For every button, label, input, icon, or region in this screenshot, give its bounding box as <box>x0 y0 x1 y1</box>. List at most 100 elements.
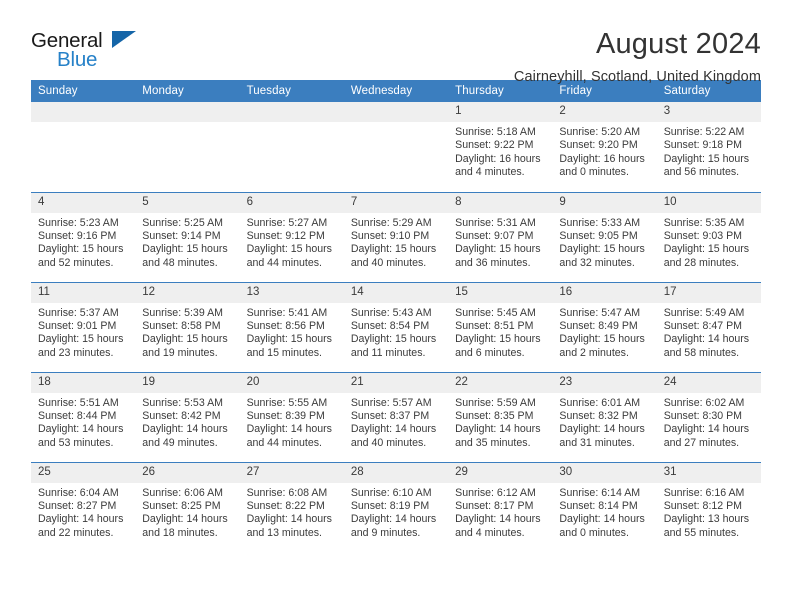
sunset-time: Sunset: 8:30 PM <box>663 409 743 422</box>
sunrise-time: Sunrise: 5:45 AM <box>455 306 536 319</box>
daylight-hours: Daylight: 15 hours <box>38 243 124 256</box>
day-details: Sunrise: 6:04 AM Sunset: 8:27 PM Daylight:… <box>31 483 135 541</box>
sunset-time: Sunset: 8:14 PM <box>559 499 638 512</box>
calendar-day-cell[interactable]: 27 Sunrise: 6:08 AM Sunset: 8:22 PM Dayligh… <box>239 461 344 552</box>
sunset-time: Sunset: 9:03 PM <box>663 229 743 242</box>
sunset-time: Sunset: 8:35 PM <box>455 409 534 422</box>
day-number: 28 <box>343 462 449 483</box>
day-number: 24 <box>656 372 761 393</box>
calendar-day-cell[interactable]: 7 Sunrise: 5:29 AM Sunset: 9:10 PM Daylight… <box>343 191 449 282</box>
daylight-hours: Daylight: 15 hours <box>663 152 750 165</box>
daylight-minutes: and 31 minutes. <box>559 436 635 449</box>
calendar-day-cell[interactable]: 26 Sunrise: 6:06 AM Sunset: 8:25 PM Dayligh… <box>135 461 240 552</box>
calendar-day-cell[interactable]: 2 Sunrise: 5:20 AM Sunset: 9:20 PM Daylight… <box>552 102 657 192</box>
page-header: General Blue August 2024 Cairneyhill, Sc… <box>31 0 761 85</box>
day-number: 5 <box>135 192 240 213</box>
daylight-minutes: and 40 minutes. <box>350 256 427 269</box>
daylight-minutes: and 4 minutes. <box>455 526 525 539</box>
day-number: 29 <box>448 462 553 483</box>
day-details: Sunrise: 5:37 AM Sunset: 9:01 PM Daylight:… <box>31 303 135 361</box>
day-number: 27 <box>239 462 344 483</box>
calendar-day-cell[interactable]: 1 Sunrise: 5:18 AM Sunset: 9:22 PM Daylight… <box>448 102 553 192</box>
calendar-day-cell[interactable]: 11 Sunrise: 5:37 AM Sunset: 9:01 PM Dayligh… <box>31 281 136 372</box>
daylight-minutes: and 18 minutes. <box>142 526 218 539</box>
calendar-day-cell[interactable]: 23 Sunrise: 6:01 AM Sunset: 8:32 PM Dayligh… <box>552 371 657 462</box>
calendar-day-cell[interactable]: 25 Sunrise: 6:04 AM Sunset: 8:27 PM Dayligh… <box>31 461 136 552</box>
daylight-hours: Daylight: 15 hours <box>455 243 541 256</box>
day-details: Sunrise: 5:29 AM Sunset: 9:10 PM Daylight:… <box>344 213 448 271</box>
calendar-day-cell[interactable]: 15 Sunrise: 5:45 AM Sunset: 8:51 PM Dayligh… <box>448 281 553 372</box>
calendar-day-cell[interactable]: 31 Sunrise: 6:16 AM Sunset: 8:12 PM Dayligh… <box>656 461 761 552</box>
calendar-day-cell[interactable]: 18 Sunrise: 5:51 AM Sunset: 8:44 PM Dayligh… <box>31 371 136 462</box>
calendar-day-cell[interactable]: 9 Sunrise: 5:33 AM Sunset: 9:05 PM Daylight… <box>552 191 657 282</box>
daylight-hours: Daylight: 15 hours <box>142 333 228 346</box>
calendar-day-cell[interactable]: 4 Sunrise: 5:23 AM Sunset: 9:16 PM Daylight… <box>31 191 136 282</box>
daylight-minutes: and 35 minutes. <box>455 436 531 449</box>
day-details: Sunrise: 5:45 AM Sunset: 8:51 PM Daylight:… <box>448 303 552 361</box>
calendar-day-cell[interactable]: 6 Sunrise: 5:27 AM Sunset: 9:12 PM Daylight… <box>239 191 344 282</box>
sunrise-time: Sunrise: 6:12 AM <box>455 486 536 499</box>
calendar-day-cell[interactable]: 19 Sunrise: 5:53 AM Sunset: 8:42 PM Dayligh… <box>135 371 240 462</box>
calendar-day-cell[interactable]: 22 Sunrise: 5:59 AM Sunset: 8:35 PM Dayligh… <box>448 371 553 462</box>
sunset-time: Sunset: 8:12 PM <box>663 499 743 512</box>
calendar-day-cell[interactable]: 12 Sunrise: 5:39 AM Sunset: 8:58 PM Dayligh… <box>135 281 240 372</box>
logo-text-blue: Blue <box>57 48 98 71</box>
day-number: 22 <box>448 372 553 393</box>
calendar-day-cell[interactable]: 17 Sunrise: 5:49 AM Sunset: 8:47 PM Dayligh… <box>656 281 761 372</box>
calendar-day-cell[interactable]: 10 Sunrise: 5:35 AM Sunset: 9:03 PM Dayligh… <box>656 191 761 282</box>
calendar-day-cell[interactable]: 8 Sunrise: 5:31 AM Sunset: 9:07 PM Daylight… <box>448 191 553 282</box>
day-details: Sunrise: 5:51 AM Sunset: 8:44 PM Daylight:… <box>31 393 135 451</box>
sunrise-time: Sunrise: 5:47 AM <box>559 306 641 319</box>
daylight-hours: Daylight: 15 hours <box>559 333 645 346</box>
daylight-hours: Daylight: 14 hours <box>38 423 124 436</box>
sunset-time: Sunset: 8:42 PM <box>142 409 221 422</box>
calendar-day-cell[interactable]: 24 Sunrise: 6:02 AM Sunset: 8:30 PM Dayligh… <box>656 371 761 462</box>
daylight-hours: Daylight: 14 hours <box>142 513 228 526</box>
sunset-time: Sunset: 9:16 PM <box>38 229 117 242</box>
daylight-minutes: and 32 minutes. <box>559 256 635 269</box>
sunset-time: Sunset: 8:54 PM <box>350 319 430 332</box>
calendar-day-cell[interactable]: 5 Sunrise: 5:25 AM Sunset: 9:14 PM Daylight… <box>135 191 240 282</box>
calendar-day-cell[interactable]: 13 Sunrise: 5:41 AM Sunset: 8:56 PM Dayligh… <box>239 281 344 372</box>
daylight-hours: Daylight: 14 hours <box>455 513 541 526</box>
day-details: Sunrise: 5:59 AM Sunset: 8:35 PM Daylight:… <box>448 393 552 451</box>
calendar-day-cell[interactable]: 21 Sunrise: 5:57 AM Sunset: 8:37 PM Dayligh… <box>343 371 449 462</box>
general-blue-logo[interactable]: General Blue <box>31 27 151 71</box>
calendar-empty-cell <box>31 102 136 192</box>
day-details: Sunrise: 5:33 AM Sunset: 9:05 PM Daylight:… <box>552 213 656 271</box>
calendar-day-cell[interactable]: 28 Sunrise: 6:10 AM Sunset: 8:19 PM Dayligh… <box>343 461 449 552</box>
day-number: 4 <box>31 192 136 213</box>
sunset-time: Sunset: 9:10 PM <box>350 229 430 242</box>
day-details: Sunrise: 6:16 AM Sunset: 8:12 PM Daylight:… <box>657 483 761 541</box>
calendar-empty-cell <box>239 102 344 192</box>
calendar-day-cell[interactable]: 3 Sunrise: 5:22 AM Sunset: 9:18 PM Daylight… <box>656 102 761 192</box>
calendar-day-cell[interactable]: 20 Sunrise: 5:55 AM Sunset: 8:39 PM Dayligh… <box>239 371 344 462</box>
day-number <box>239 102 344 122</box>
daylight-minutes: and 0 minutes. <box>559 166 629 179</box>
sunrise-time: Sunrise: 5:25 AM <box>142 216 223 229</box>
daylight-minutes: and 44 minutes. <box>246 436 322 449</box>
day-number: 16 <box>552 282 657 303</box>
calendar-day-cell[interactable]: 16 Sunrise: 5:47 AM Sunset: 8:49 PM Dayligh… <box>552 281 657 372</box>
day-number: 3 <box>656 102 761 122</box>
day-number: 31 <box>656 462 761 483</box>
daylight-hours: Daylight: 15 hours <box>38 333 124 346</box>
sunrise-time: Sunrise: 6:16 AM <box>663 486 745 499</box>
calendar-day-cell[interactable]: 14 Sunrise: 5:43 AM Sunset: 8:54 PM Dayligh… <box>343 281 449 372</box>
sunrise-time: Sunrise: 5:53 AM <box>142 396 223 409</box>
day-number: 2 <box>552 102 657 122</box>
day-number: 19 <box>135 372 240 393</box>
calendar-day-cell[interactable]: 30 Sunrise: 6:14 AM Sunset: 8:14 PM Dayligh… <box>552 461 657 552</box>
daylight-hours: Daylight: 16 hours <box>559 152 645 165</box>
day-number <box>135 102 240 122</box>
daylight-minutes: and 22 minutes. <box>38 526 114 539</box>
daylight-hours: Daylight: 14 hours <box>350 423 437 436</box>
day-details: Sunrise: 5:43 AM Sunset: 8:54 PM Daylight:… <box>344 303 448 361</box>
calendar-day-cell[interactable]: 29 Sunrise: 6:12 AM Sunset: 8:17 PM Dayligh… <box>448 461 553 552</box>
day-number: 20 <box>239 372 344 393</box>
day-details: Sunrise: 5:23 AM Sunset: 9:16 PM Daylight:… <box>31 213 135 271</box>
sunset-time: Sunset: 9:20 PM <box>559 139 638 152</box>
daylight-minutes: and 0 minutes. <box>559 526 629 539</box>
daylight-hours: Daylight: 15 hours <box>246 333 332 346</box>
weekday-header-sunday: Sunday <box>31 80 136 102</box>
